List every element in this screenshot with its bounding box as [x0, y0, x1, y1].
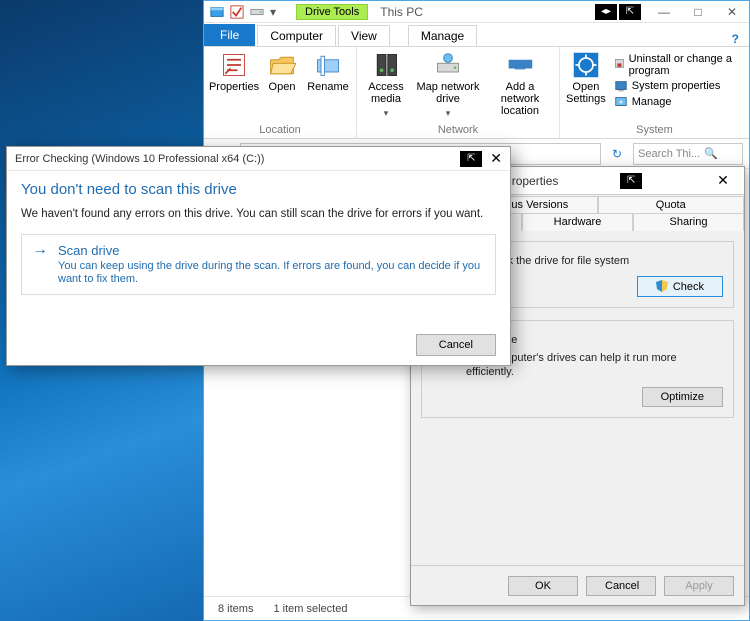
checkbox-icon[interactable] [230, 5, 244, 19]
arrow-right-icon: → [32, 243, 48, 286]
errchk-heading: You don't need to scan this drive [21, 181, 496, 198]
tab-computer[interactable]: Computer [257, 25, 336, 46]
qat-dropdown-icon[interactable]: ▾ [270, 5, 276, 19]
close-button[interactable]: ✕ [715, 1, 749, 23]
properties-close-button[interactable]: ✕ [708, 172, 738, 189]
shield-icon [656, 280, 668, 292]
tab-view[interactable]: View [338, 25, 390, 46]
minimize-button[interactable]: — [647, 1, 681, 23]
drive-icon[interactable] [250, 5, 264, 19]
rename-button[interactable]: Rename [306, 51, 350, 93]
title-extra-buttons: ◂▸ ⇱ [593, 4, 641, 20]
group-network-label: Network [363, 124, 553, 136]
rename-label: Rename [307, 81, 349, 93]
search-box[interactable]: Search Thi... 🔍 [633, 143, 743, 165]
map-network-drive-button[interactable]: Map network drive ▾ [415, 51, 481, 119]
status-items: 8 items [218, 603, 253, 615]
search-icon: 🔍 [704, 147, 718, 160]
group-location-label: Location [210, 124, 350, 136]
add-network-location-label: Add a network location [487, 81, 553, 117]
ribbon-group-system: Open Settings Uninstall or change a prog… [560, 47, 749, 138]
errchk-titlebar: Error Checking (Windows 10 Professional … [7, 147, 510, 171]
properties-button[interactable]: Properties [210, 51, 258, 93]
maximize-button[interactable]: □ [681, 1, 715, 23]
status-selected: 1 item selected [273, 603, 347, 615]
title-black-btn-1[interactable]: ◂▸ [595, 4, 617, 20]
ribbon: Properties Open Rename Location Access m… [204, 47, 749, 139]
access-media-button[interactable]: Access media ▾ [363, 51, 409, 119]
scan-drive-subtitle: You can keep using the drive during the … [58, 260, 485, 286]
system-properties-label: System properties [632, 80, 721, 92]
ribbon-group-network: Access media ▾ Map network drive ▾ Add a… [357, 47, 560, 138]
scan-drive-title: Scan drive [58, 243, 485, 258]
errchk-body: You don't need to scan this drive We hav… [7, 171, 510, 325]
tab-quota[interactable]: Quota [598, 196, 745, 213]
errchk-title: Error Checking (Windows 10 Professional … [15, 153, 264, 165]
errchk-footer: Cancel [7, 325, 510, 365]
error-checking-dialog: Error Checking (Windows 10 Professional … [6, 146, 511, 366]
props-ok-button[interactable]: OK [508, 576, 578, 596]
explorer-titlebar: ▾ Drive Tools This PC ◂▸ ⇱ — □ ✕ [204, 1, 749, 23]
refresh-button[interactable]: ↻ [607, 147, 627, 161]
window-controls: — □ ✕ [647, 1, 749, 23]
access-media-label: Access media [363, 81, 409, 105]
scan-drive-command[interactable]: → Scan drive You can keep using the driv… [21, 234, 496, 295]
search-placeholder: Search Thi... [638, 148, 700, 160]
open-label: Open [269, 81, 296, 93]
optimize-button[interactable]: Optimize [642, 387, 723, 407]
uninstall-label: Uninstall or change a program [629, 53, 743, 77]
window-title: This PC [372, 3, 431, 21]
manage-button[interactable]: Manage [614, 95, 743, 109]
check-button[interactable]: Check [637, 276, 723, 297]
ribbon-group-location: Properties Open Rename Location [204, 47, 357, 138]
check-label: Check [673, 281, 704, 293]
explorer-icon [210, 5, 224, 19]
properties-footer: OK Cancel Apply [411, 565, 744, 605]
optimize-label: Optimize [661, 391, 704, 403]
title-black-btn-2[interactable]: ⇱ [619, 4, 641, 20]
help-icon[interactable]: ? [732, 32, 739, 46]
props-cancel-button[interactable]: Cancel [586, 576, 656, 596]
map-network-drive-label: Map network drive [415, 81, 481, 105]
system-properties-button[interactable]: System properties [614, 79, 743, 93]
errchk-message: We haven't found any errors on this driv… [21, 208, 496, 220]
errchk-title-black-btn[interactable]: ⇱ [460, 151, 482, 167]
props-apply-button[interactable]: Apply [664, 576, 734, 596]
open-settings-label: Open Settings [566, 81, 606, 105]
quick-access-toolbar: ▾ [204, 5, 276, 19]
errchk-cancel-button[interactable]: Cancel [416, 334, 496, 356]
tab-manage[interactable]: Manage [408, 25, 477, 46]
manage-label: Manage [632, 96, 672, 108]
tab-file[interactable]: File [204, 24, 255, 46]
add-network-location-button[interactable]: Add a network location [487, 51, 553, 119]
tab-sharing[interactable]: Sharing [633, 213, 744, 231]
errchk-close-button[interactable]: ✕ [490, 150, 502, 167]
uninstall-program-button[interactable]: Uninstall or change a program [614, 53, 743, 77]
open-settings-button[interactable]: Open Settings [566, 51, 606, 109]
tab-hardware[interactable]: Hardware [522, 213, 633, 231]
group-system-label: System [566, 124, 743, 136]
ribbon-tabs: File Computer View Manage ? [204, 23, 749, 47]
contextual-tab-drive-tools[interactable]: Drive Tools [296, 4, 368, 20]
props-title-black-btn[interactable]: ⇱ [620, 173, 642, 189]
open-button[interactable]: Open [264, 51, 300, 93]
properties-label: Properties [209, 81, 259, 93]
